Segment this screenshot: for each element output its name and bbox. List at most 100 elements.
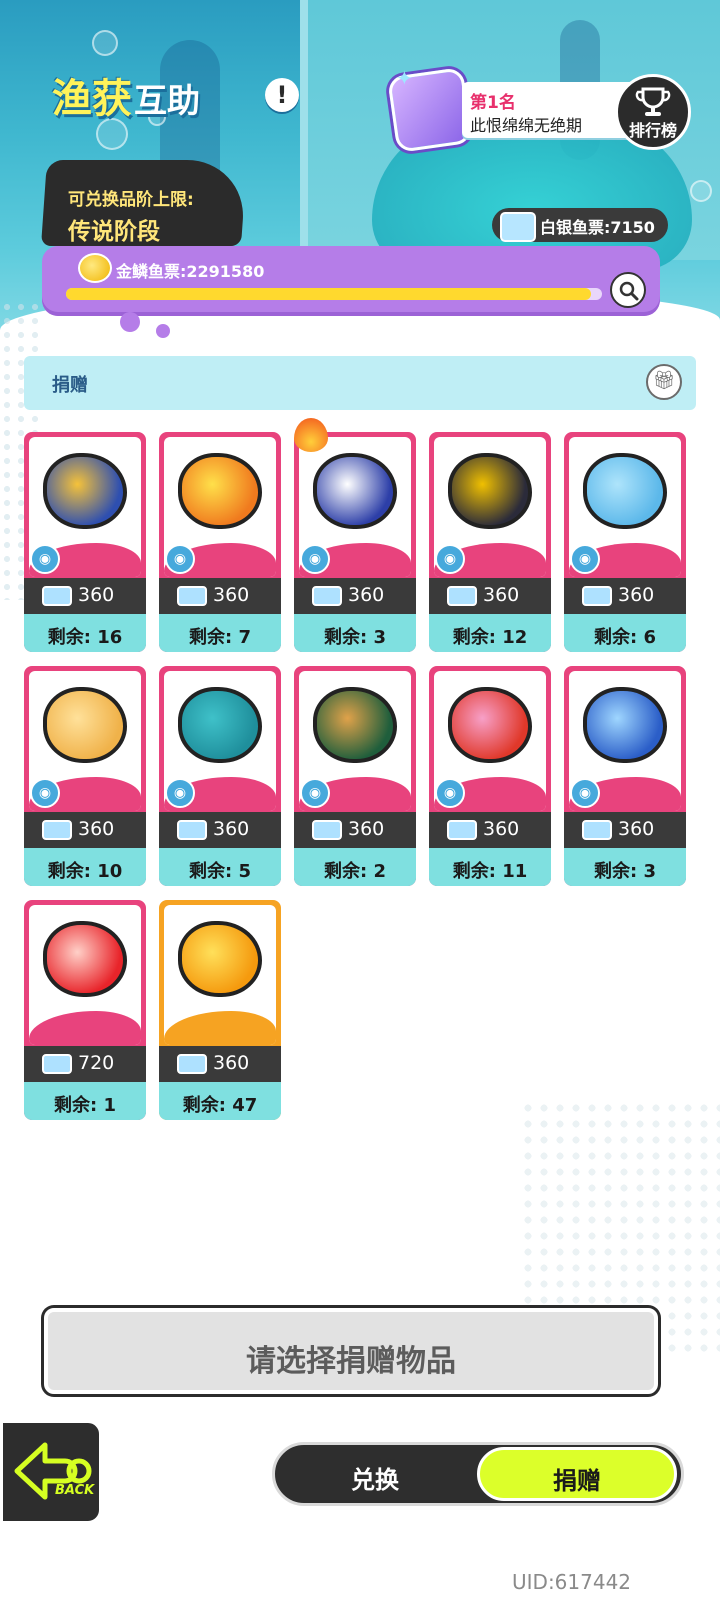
- item-card[interactable]: ◉ 360 剩余: 3: [564, 666, 686, 886]
- item-card[interactable]: ◉ 360 剩余: 11: [429, 666, 551, 886]
- orange-spotted-fish-icon: [178, 453, 262, 529]
- item-art: [164, 905, 276, 1045]
- donate-section-header: 捐赠 🎁︎: [24, 356, 696, 410]
- item-price-row: 360: [564, 578, 686, 614]
- back-button[interactable]: BACK: [0, 1420, 102, 1524]
- gold-ticket-icon: [78, 253, 112, 283]
- item-card[interactable]: ◉ 360 剩余: 3: [294, 432, 416, 652]
- item-price: 720: [78, 1052, 115, 1074]
- item-card[interactable]: ◉ 360 剩余: 16: [24, 432, 146, 652]
- item-remaining-row: 剩余: 5: [159, 848, 281, 886]
- item-price: 360: [618, 584, 655, 606]
- blue-star-fish-icon: [43, 453, 127, 529]
- bubble-decoration: [156, 324, 170, 338]
- bubble-decoration: [120, 312, 140, 332]
- silver-ticket-icon: [312, 586, 342, 606]
- item-price: 360: [213, 1052, 250, 1074]
- fire-icon: [294, 418, 328, 452]
- select-item-button[interactable]: 请选择捐赠物品: [44, 1308, 658, 1394]
- item-price-row: 360: [24, 812, 146, 848]
- item-price-row: 360: [159, 1046, 281, 1082]
- item-price-row: 360: [429, 812, 551, 848]
- tab-exchange[interactable]: 兑换: [275, 1445, 475, 1503]
- item-price-row: 360: [159, 578, 281, 614]
- silver-ticket-icon: [42, 1054, 72, 1074]
- item-card[interactable]: 360 剩余: 47: [159, 900, 281, 1120]
- item-card[interactable]: ◉ 360 剩余: 10: [24, 666, 146, 886]
- item-price-row: 360: [159, 812, 281, 848]
- back-arrow-icon: [14, 1442, 92, 1500]
- item-remaining: 剩余: 3: [324, 627, 386, 648]
- select-item-label: 请选择捐赠物品: [246, 1344, 456, 1379]
- silver-ticket-icon: [42, 586, 72, 606]
- silver-ticket-icon: [447, 820, 477, 840]
- item-card[interactable]: ◉ 360 剩余: 6: [564, 432, 686, 652]
- item-card[interactable]: 720 剩余: 1: [24, 900, 146, 1120]
- tier-label: 可兑换品阶上限:: [68, 190, 194, 210]
- leaderboard-button[interactable]: 排行榜: [615, 74, 691, 150]
- silver-ticket-icon: [447, 586, 477, 606]
- item-card[interactable]: ◉ 360 剩余: 7: [159, 432, 281, 652]
- item-price-row: 360: [564, 812, 686, 848]
- item-remaining-row: 剩余: 3: [564, 848, 686, 886]
- silver-ticket-icon: [500, 212, 536, 242]
- item-price: 360: [618, 818, 655, 840]
- item-price-row: 720: [24, 1046, 146, 1082]
- bubble-decoration: [690, 180, 712, 202]
- item-remaining-row: 剩余: 7: [159, 614, 281, 652]
- search-icon: [619, 281, 639, 301]
- item-remaining: 剩余: 3: [594, 861, 656, 882]
- item-card[interactable]: ◉ 360 剩余: 2: [294, 666, 416, 886]
- item-remaining-row: 剩余: 6: [564, 614, 686, 652]
- exclamation-icon[interactable]: !: [265, 78, 299, 112]
- wave-icon: ◉: [435, 778, 465, 808]
- teal-whale-icon: [178, 687, 262, 763]
- silver-ticket-icon: [177, 1054, 207, 1074]
- gold-progress-fill: [66, 288, 592, 300]
- fish-icon: ◉: [30, 544, 60, 574]
- item-card[interactable]: ◉ 360 剩余: 5: [159, 666, 281, 886]
- rank-player-name: 此恨绵绵无绝期: [470, 116, 583, 135]
- swirl-icon: ◉: [300, 544, 330, 574]
- tier-value: 传说阶段: [68, 219, 160, 245]
- silver-ticket-icon: [312, 820, 342, 840]
- bubble-decoration: [92, 30, 118, 56]
- mode-toggle: 兑换 捐赠: [272, 1442, 684, 1506]
- item-price: 360: [213, 818, 250, 840]
- tab-exchange-label: 兑换: [351, 1466, 399, 1494]
- wave-icon: ◉: [570, 778, 600, 808]
- user-id: UID:617442: [512, 1570, 632, 1594]
- gold-progress-bar: [66, 288, 602, 300]
- golden-fossil-fish-icon: [43, 687, 127, 763]
- leaderboard-label: 排行榜: [628, 121, 677, 140]
- item-card[interactable]: ◉ 360 剩余: 12: [429, 432, 551, 652]
- silver-ticket-icon: [582, 586, 612, 606]
- item-price-row: 360: [294, 812, 416, 848]
- item-price: 360: [483, 818, 520, 840]
- swirl-icon: ◉: [435, 544, 465, 574]
- title-part-2: 互助: [134, 81, 200, 120]
- item-price: 360: [78, 818, 115, 840]
- item-price: 360: [348, 584, 385, 606]
- item-remaining-row: 剩余: 16: [24, 614, 146, 652]
- tab-donate[interactable]: 捐赠: [477, 1447, 677, 1501]
- silver-ticket-icon: [42, 820, 72, 840]
- item-remaining: 剩余: 47: [182, 1095, 258, 1116]
- title-part-1: 渔获: [52, 76, 132, 122]
- item-remaining: 剩余: 6: [594, 627, 656, 648]
- tab-donate-label: 捐赠: [553, 1467, 601, 1495]
- gift-icon[interactable]: 🎁︎: [646, 364, 682, 400]
- fish-icon: ◉: [165, 544, 195, 574]
- flying-blue-fish-icon: [583, 687, 667, 763]
- item-price: 360: [213, 584, 250, 606]
- drop-icon: ◉: [165, 778, 195, 808]
- item-remaining: 剩余: 1: [54, 1095, 116, 1116]
- card-wave-decoration: [29, 1011, 141, 1045]
- drop-icon: ◉: [300, 778, 330, 808]
- item-price: 360: [348, 818, 385, 840]
- search-button[interactable]: [610, 272, 646, 308]
- diver-creature-icon: [448, 453, 532, 529]
- item-price-row: 360: [429, 578, 551, 614]
- item-price-row: 360: [294, 578, 416, 614]
- item-remaining: 剩余: 12: [452, 627, 528, 648]
